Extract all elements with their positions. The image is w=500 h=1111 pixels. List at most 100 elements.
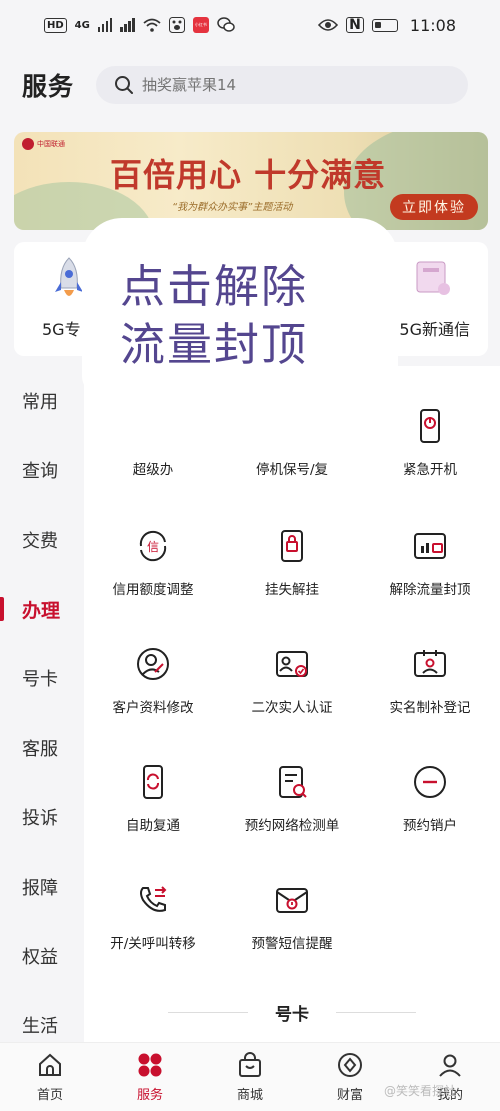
service-label: 紧急开机: [403, 462, 457, 478]
credit-adjust-icon: 信: [139, 530, 167, 562]
baidu-paw-icon: [168, 17, 185, 33]
home-icon: [39, 1053, 61, 1076]
category-label: 生活: [22, 1016, 58, 1037]
category-item-complaint[interactable]: 投诉: [0, 792, 84, 842]
category-label: 报障: [22, 878, 58, 899]
category-label: 权益: [22, 947, 58, 968]
banner-title: 百倍用心 十分满意: [110, 156, 387, 194]
service-icon: [138, 1053, 162, 1077]
service-item-realname-register[interactable]: 实名制补登记: [361, 646, 499, 736]
service-item-report-loss[interactable]: 挂失解挂: [223, 528, 361, 618]
category-nav: 常用 查询 交费 办理 号卡 客服 投诉 报障 权益 生活: [0, 366, 84, 1042]
service-item-edit-profile[interactable]: 客户资料修改: [84, 646, 222, 736]
category-item-common[interactable]: 常用: [0, 376, 84, 426]
category-label: 查询: [22, 461, 58, 482]
service-panel: 超级办 停机保号/复 紧急开机 信 信用额度调整 挂失解挂 解除流量封顶 客户资…: [84, 366, 500, 1042]
tab-label: 服务: [136, 1088, 163, 1103]
service-item-cancel-account[interactable]: 预约销户: [361, 764, 499, 854]
xiaohongshu-icon: 小红书: [192, 17, 209, 33]
tab-shop[interactable]: 商城: [200, 1051, 300, 1103]
network-type: 4G: [74, 19, 90, 31]
service-item-call-forward[interactable]: 开/关呼叫转移: [84, 882, 222, 972]
category-label: 投诉: [22, 808, 58, 829]
service-label: 预约销户: [403, 818, 457, 834]
service-label: 预约网络检测单: [244, 818, 340, 834]
annotation-line-1: 点击解除: [120, 260, 309, 313]
self-restore-icon: [143, 765, 163, 799]
report-loss-icon: [281, 530, 303, 562]
service-item-network-check[interactable]: 预约网络检测单: [223, 764, 361, 854]
service-item-credit-adjust[interactable]: 信 信用额度调整: [84, 528, 222, 618]
tab-service[interactable]: 服务: [100, 1051, 200, 1103]
china-unicom-logo: 中国联通: [22, 138, 65, 150]
annotation-text: 点击解除 流量封顶: [120, 258, 390, 374]
service-item-super-handle[interactable]: 超级办: [84, 408, 222, 498]
category-item-benefits[interactable]: 权益: [0, 931, 84, 981]
service-item-id-verify[interactable]: 二次实人认证: [223, 646, 361, 736]
cancel-account-icon: [414, 766, 446, 798]
service-item-sms-alert[interactable]: 预警短信提醒: [223, 882, 361, 972]
section-divider-right: [336, 1012, 416, 1013]
tab-label: 商城: [236, 1088, 263, 1103]
service-item-suspend-keep-number[interactable]: 停机保号/复: [223, 408, 361, 498]
service-label: 二次实人认证: [251, 700, 333, 716]
service-item-self-restore[interactable]: 自助复通: [84, 764, 222, 854]
section-title: 号卡: [275, 1005, 309, 1025]
nfc-icon: N: [346, 17, 364, 33]
search-input[interactable]: [142, 76, 343, 94]
annotation-line-2: 流量封顶: [120, 318, 309, 371]
tab-label: 首页: [36, 1088, 63, 1103]
service-label: 实名制补登记: [389, 700, 471, 716]
category-label: 客服: [22, 739, 58, 760]
category-item-payment[interactable]: 交费: [0, 515, 84, 565]
watermark: @笑笑看探社: [384, 1084, 457, 1098]
wechat-icon: [217, 17, 235, 32]
page-title: 服务: [22, 72, 75, 101]
signal-2-icon: [120, 18, 135, 32]
service-item-emergency-power-on[interactable]: 紧急开机: [361, 408, 499, 498]
svg-text:信: 信: [147, 540, 159, 554]
realname-register-icon: [414, 650, 446, 677]
sms-alert-icon: [276, 888, 308, 913]
service-label: 信用额度调整: [112, 582, 194, 598]
status-left: HD 4G 小红书: [44, 17, 318, 33]
service-item-unlock-data-cap[interactable]: 解除流量封顶: [361, 528, 499, 618]
clock: 11:08: [409, 15, 456, 35]
hd-badge: HD: [44, 17, 67, 33]
tab-home[interactable]: 首页: [0, 1051, 100, 1103]
service-label: 客户资料修改: [112, 700, 194, 716]
category-label: 交费: [22, 531, 58, 552]
search-bar[interactable]: [96, 66, 468, 104]
service-label: 停机保号/复: [255, 462, 329, 478]
bottom-tab-bar: 首页 服务 商城 财富 我的: [0, 1042, 500, 1111]
profile-icon: [439, 1054, 461, 1077]
id-verify-icon: [276, 651, 308, 677]
category-label: 常用: [22, 392, 58, 413]
service-label: 解除流量封顶: [389, 582, 471, 598]
banner-subtitle: “我为群众办实事”主题活动: [172, 202, 293, 213]
wealth-icon: [338, 1053, 362, 1077]
category-label: 办理: [22, 599, 61, 622]
service-label: 挂失解挂: [265, 582, 319, 598]
china-unicom-logo-text: 中国联通: [37, 140, 65, 148]
emergency-power-icon: [420, 409, 440, 443]
network-check-icon: [279, 766, 307, 798]
banner-cta-button[interactable]: 立即体验: [390, 194, 478, 220]
card-icon: [416, 261, 450, 295]
category-item-number-card[interactable]: 号卡: [0, 653, 84, 703]
category-item-query[interactable]: 查询: [0, 445, 84, 495]
signal-icon: [97, 18, 113, 32]
category-item-handle[interactable]: 办理: [0, 584, 84, 634]
service-label: 自助复通: [126, 818, 180, 834]
promo-banner[interactable]: 中国联通 百倍用心 十分满意 “我为群众办实事”主题活动 立即体验: [14, 132, 488, 230]
search-icon: [115, 76, 134, 94]
shop-icon: [239, 1052, 261, 1077]
category-item-customer-service[interactable]: 客服: [0, 723, 84, 773]
xiaohongshu-label: 小红书: [194, 22, 207, 27]
wifi-icon: [143, 18, 161, 32]
category-item-fault-report[interactable]: 报障: [0, 862, 84, 912]
call-forward-icon: [140, 886, 167, 912]
service-label: 预警短信提醒: [251, 936, 333, 952]
status-bar: HD 4G 小红书 N 11:08: [0, 0, 500, 50]
status-right: N 11:08: [318, 16, 456, 35]
